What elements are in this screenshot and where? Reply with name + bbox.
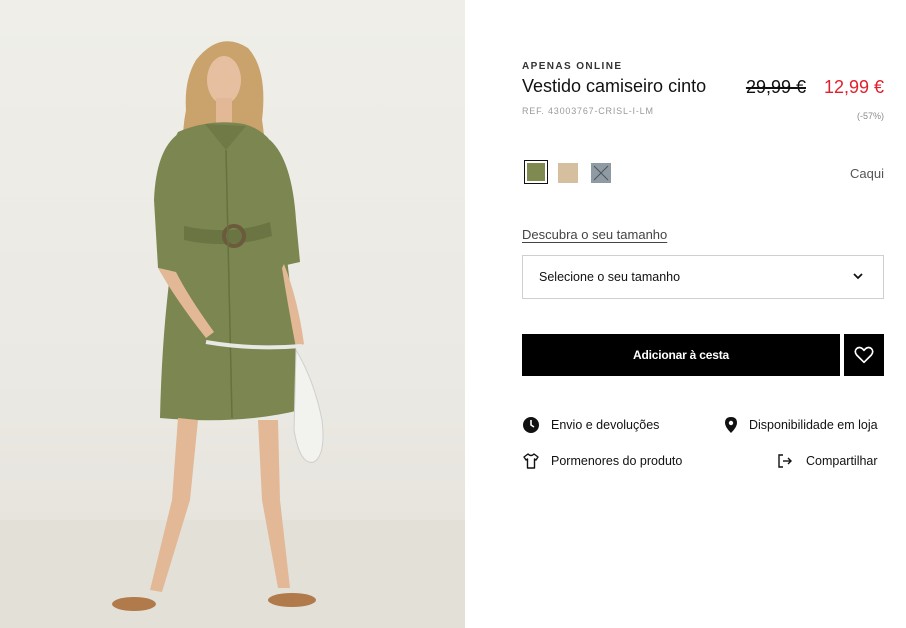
clock-icon xyxy=(523,417,539,433)
swatch-fill-khaki xyxy=(527,163,545,181)
store-availability-link[interactable]: Disponibilidade em loja xyxy=(722,416,884,436)
store-availability-label: Disponibilidade em loja xyxy=(749,418,878,432)
product-reference: REF. 43003767-CRISL-I-LM xyxy=(522,106,654,116)
share-link[interactable]: Compartilhar xyxy=(776,452,884,472)
size-guide-link[interactable]: Descubra o seu tamanho xyxy=(522,227,667,242)
color-swatches xyxy=(522,160,642,190)
shipping-returns-label: Envio e devoluções xyxy=(551,418,660,432)
chevron-down-icon xyxy=(853,273,863,280)
share-icon xyxy=(778,454,792,468)
color-swatch-khaki[interactable] xyxy=(524,160,548,184)
shipping-returns-link[interactable]: Envio e devoluções xyxy=(522,416,672,436)
discount-percentage: (-57%) xyxy=(856,111,884,121)
tshirt-icon xyxy=(523,453,539,469)
selected-color-name: Caqui xyxy=(850,166,884,181)
wishlist-button[interactable] xyxy=(844,334,884,376)
original-price: 29,99 € xyxy=(745,77,806,97)
product-title: Vestido camiseiro cinto xyxy=(522,76,707,96)
swatch-fill-beige xyxy=(558,163,578,183)
heart-icon xyxy=(854,346,874,364)
product-image xyxy=(0,0,465,628)
model-illustration xyxy=(0,41,465,628)
product-details-link[interactable]: Pormenores do produto xyxy=(522,452,692,472)
size-select-placeholder: Selecione o seu tamanho xyxy=(539,270,681,284)
sale-price: 12,99 € xyxy=(823,77,884,97)
location-pin-icon xyxy=(725,417,737,433)
add-to-cart-button[interactable]: Adicionar à cesta xyxy=(522,334,840,376)
color-swatch-beige[interactable] xyxy=(558,163,578,183)
online-only-tag: APENAS ONLINE xyxy=(522,61,623,72)
product-details-label: Pormenores do produto xyxy=(551,454,683,468)
share-label: Compartilhar xyxy=(806,454,878,468)
color-swatch-grey[interactable] xyxy=(591,163,611,183)
product-details-panel: APENAS ONLINE Vestido camiseiro cinto RE… xyxy=(522,0,884,628)
unavailable-cross-icon xyxy=(591,163,611,183)
size-select[interactable]: Selecione o seu tamanho xyxy=(522,255,884,299)
